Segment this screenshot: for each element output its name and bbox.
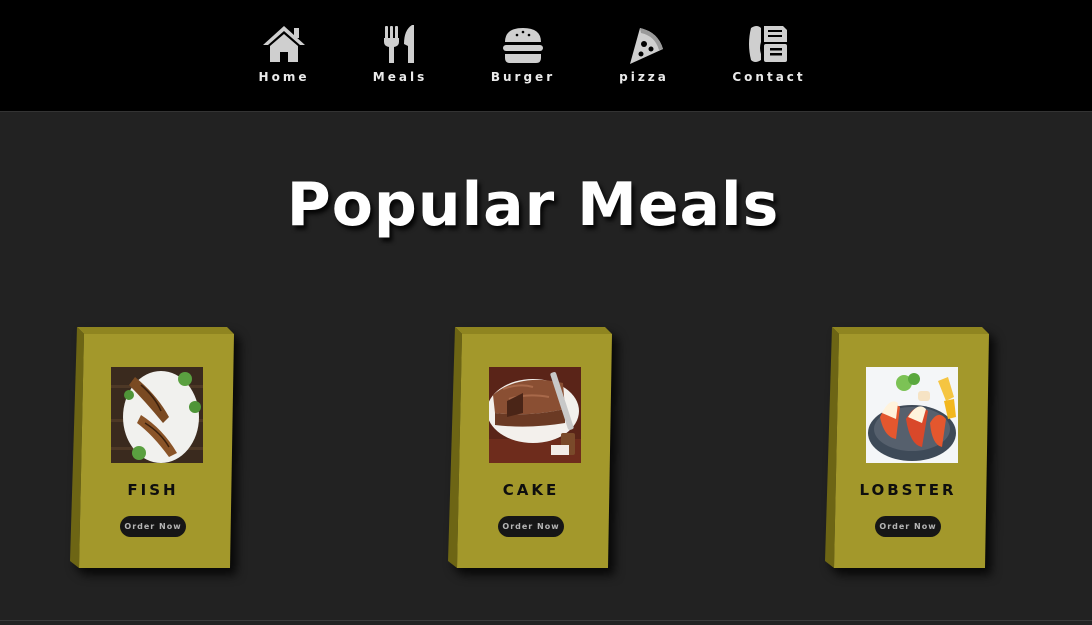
nav-label-meals: Meals <box>372 70 428 84</box>
nav-label-burger: Burger <box>490 70 556 84</box>
meal-card-fish: FISH Order Now <box>69 327 235 569</box>
burger-icon <box>503 28 543 63</box>
nav-label-contact: Contact <box>732 70 806 84</box>
utensils-icon <box>384 25 414 63</box>
nav-item-home[interactable]: Home <box>229 22 339 84</box>
nav-label-home: Home <box>258 70 310 84</box>
meal-card-cake: CAKE Order Now <box>447 327 613 569</box>
footer-divider <box>0 620 1092 621</box>
home-icon <box>263 26 305 62</box>
card-title-fish: FISH <box>127 481 179 499</box>
page-title: Popular Meals <box>286 170 780 240</box>
order-now-button-cake[interactable]: Order Now <box>498 516 564 537</box>
chocolate-cake-photo <box>489 367 581 463</box>
card-title-cake: CAKE <box>502 481 560 499</box>
nav-item-pizza[interactable]: pizza <box>589 22 699 84</box>
lobster-tails-photo <box>866 367 958 463</box>
nav-label-pizza: pizza <box>619 70 669 84</box>
grilled-fish-photo <box>111 367 203 463</box>
nav-item-contact[interactable]: Contact <box>714 22 824 84</box>
card-title-lobster: LOBSTER <box>859 481 957 499</box>
nav-item-burger[interactable]: Burger <box>468 22 578 84</box>
order-now-button-fish[interactable]: Order Now <box>120 516 186 537</box>
top-navbar: Home Meals Burger pizza Contact <box>0 0 1092 112</box>
pizza-slice-icon <box>630 28 663 64</box>
nav-item-meals[interactable]: Meals <box>345 22 455 84</box>
order-now-button-lobster[interactable]: Order Now <box>875 516 941 537</box>
phone-fax-icon <box>749 26 787 62</box>
meal-card-lobster: LOBSTER Order Now <box>824 327 990 569</box>
